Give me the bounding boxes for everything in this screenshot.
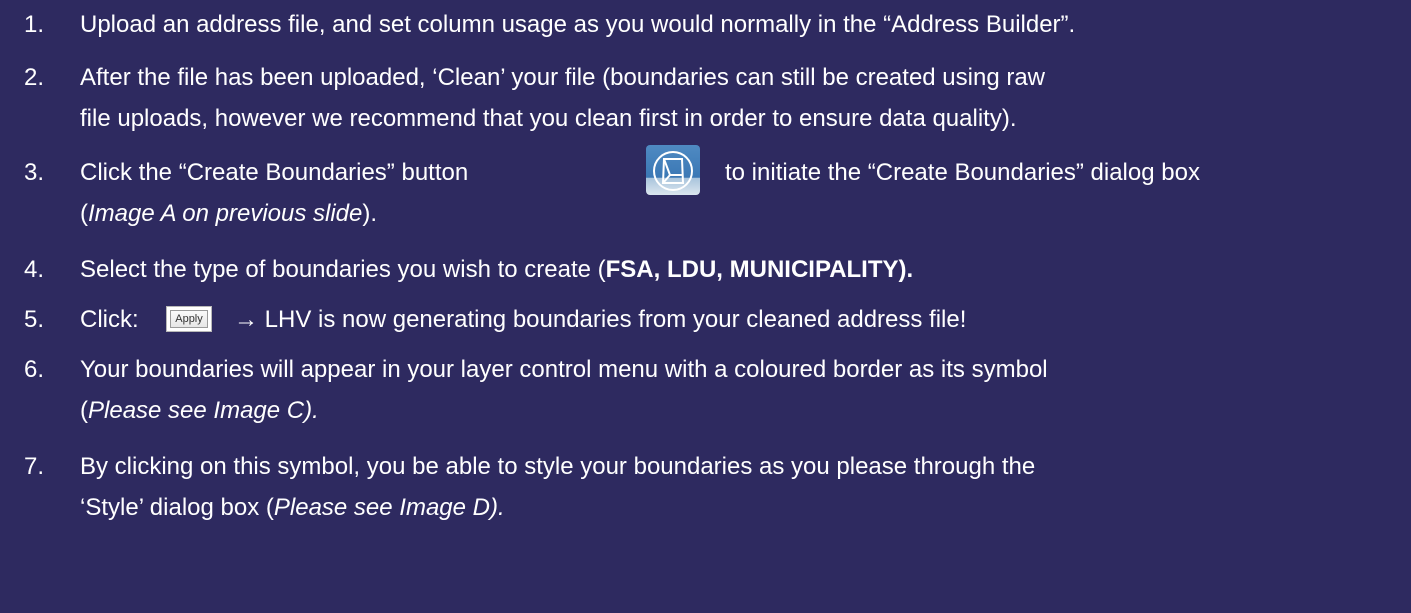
create-boundaries-icon[interactable] [646,145,700,195]
step-text-line2: (Please see Image C). [80,397,319,424]
instruction-slide: 1. Upload an address file, and set colum… [0,0,1411,613]
step-text-line1: Your boundaries will appear in your laye… [80,356,1048,383]
step-number: 2. [24,64,45,91]
step-text: Select the type of boundaries you wish t… [80,256,914,283]
step-text-line2: (Image A on previous slide). [80,200,378,227]
step-click-label: Click: [80,306,139,333]
step-text-line1: By clicking on this symbol, you be able … [80,453,1036,480]
step-number: 6. [24,356,45,383]
step-number: 1. [24,11,45,38]
apply-button[interactable]: Apply [166,306,212,332]
step-text-line1: After the file has been uploaded, ‘Clean… [80,64,1046,91]
step-text-line2: ‘Style’ dialog box (Please see Image D). [80,494,505,521]
step-number: 3. [24,159,45,186]
arrow-right-icon: → [234,306,258,333]
apply-button-label: Apply [170,310,208,328]
step-text-after-button: → LHV is now generating boundaries from … [234,306,967,333]
step-number: 4. [24,256,45,283]
step-text-after-icon: to initiate the “Create Boundaries” dial… [725,159,1200,186]
step-text-before-icon: Click the “Create Boundaries” button [80,159,469,186]
step-text-line2: file uploads, however we recommend that … [80,105,1017,132]
step-text: Upload an address file, and set column u… [80,11,1076,38]
step-number: 5. [24,306,45,333]
step-number: 7. [24,453,45,480]
